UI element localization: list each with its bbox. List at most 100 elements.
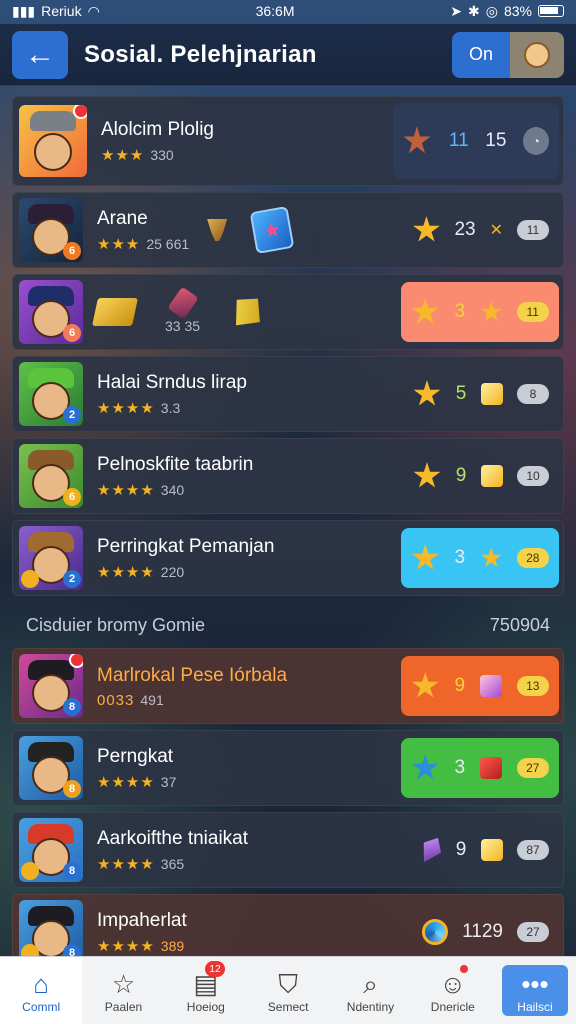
notification-dot [73,105,87,119]
reward-count: 9 [454,675,466,696]
rating-stars: ★★★★ [97,482,155,499]
player-name: Pelnoskfite taabrin [97,454,254,475]
gold-bar-icon [92,298,138,326]
player-score: 340 [160,482,185,498]
swirl-icon [422,919,449,945]
player-avatar: 8 [19,654,83,718]
nav-label: Hoeiog [186,999,225,1014]
player-name: Perringkat Pemanjan [97,536,275,557]
list-item[interactable]: 2 Halai Srndus lirap ★★★★ 3.3 5 8 [12,356,564,432]
count-pill: 27 [517,922,549,942]
list-item[interactable]: 6 33 35 3 11 [12,274,564,350]
nav-item-shield[interactable]: ⛉ Semect [247,957,329,1024]
star-icon [413,380,441,406]
player-score: 330 [150,147,174,163]
notification-dot [69,654,83,668]
profile-avatar-button[interactable] [510,31,564,78]
more-icon: ••• [521,968,549,999]
star-icon [480,547,502,568]
list-item[interactable]: 8 Marlrokal Pese Iórbala 0033 491 9 13 [12,648,564,724]
player-avatar: 6 [19,198,83,262]
reward-panel: 9 87 [411,820,559,880]
gem-icon [481,839,503,861]
player-avatar: 8 [19,736,83,800]
level-badge: 8 [63,780,81,798]
nav-item-history[interactable]: ▤ 12 Hoeiog [165,957,247,1024]
count-pill: 8 [517,384,549,404]
reward-panel: 5 8 [403,364,559,424]
player-score: 365 [160,856,185,872]
star-icon [411,544,439,570]
signal-icon: ▮▮▮ [12,2,36,19]
reward-panel: 11 15 ◔ [393,103,559,179]
list-item[interactable]: 8 Perngkat ★★★★ 37 3 27 [12,730,564,806]
star-icon: ☆ [111,968,136,999]
player-name: Perngkat [97,746,174,767]
player-score: 37 [160,774,177,790]
rating-stars: ★★★★ [97,400,155,417]
header: ← Sosial. Pelehjnarian On [0,24,576,86]
crystal-icon [415,833,446,867]
nav-item-search[interactable]: ⌕ Ndentiny [329,957,411,1024]
player-avatar: 8 [19,818,83,882]
nav-label: Ndentiny [346,999,395,1014]
list-item[interactable]: 8 Aarkoifthe tniaikat ★★★★ 365 9 87 [12,812,564,888]
player-avatar: 6 [19,444,83,508]
blade-icon [224,289,271,335]
list-item[interactable]: Alolcim Plolig ★★★ 330 11 15 ◔ [12,96,564,186]
time-label: 36:6M [255,3,295,19]
reward-count: 9 [455,839,467,860]
location-icon: ➤ [450,2,462,19]
count-pill: 87 [517,840,549,860]
player-score: 3.3 [160,400,181,416]
nav-item-profile[interactable]: ☺ Dnericle [412,957,494,1024]
section-label: Cisduier bromy Gomie [26,614,206,635]
list-item[interactable]: 6 Arane ★★★ 25 661 ★ 23 ✕ 11 [12,192,564,268]
list-item[interactable]: 2 Perringkat Pemanjan ★★★★ 220 3 28 [12,520,564,596]
home-icon: ⌂ [33,968,50,999]
level-badge: 6 [63,324,81,342]
star-icon [403,126,431,154]
reward-panel: 1129 27 [412,902,559,962]
rating-stars: ★★★★ [97,856,155,873]
star-icon [413,462,441,488]
player-score: 33 35 [165,318,201,334]
nav-label: Dnericle [430,999,475,1014]
count-pill: 27 [516,758,549,778]
reward-panel: 3 11 [401,282,559,342]
star-icon [411,672,439,698]
bottom-nav: ⌂ Comml ☆ Paalen ▤ 12 Hoeiog ⛉ Semect ⌕ … [0,956,576,1024]
card-icon: ★ [249,206,295,254]
rating-stars: ★★★★ [97,774,155,791]
list-item[interactable]: 6 Pelnoskfite taabrin ★★★★ 340 9 10 [12,438,564,514]
page-title: Sosial. Pelehjnarian [84,40,317,68]
reward-count: 3 [454,547,466,568]
player-name: Arane [97,208,148,229]
nav-item-home[interactable]: ⌂ Comml [0,957,83,1024]
level-badge: 2 [63,406,81,424]
count-pill: 13 [516,676,549,696]
back-button[interactable]: ← [12,30,68,79]
coin-badge [21,570,39,588]
count-pill: 28 [516,548,549,568]
arrow-left-icon: ← [25,37,55,71]
reward-total: 15 [485,130,507,151]
on-toggle[interactable]: On [452,31,510,78]
gem-icon [481,465,503,487]
count-pill: 11 [516,302,549,322]
reward-count: 1129 [462,921,503,942]
player-name: Halai Srndus lirap [97,372,247,393]
nav-item-favorites[interactable]: ☆ Paalen [82,957,164,1024]
level-badge: 6 [63,488,81,506]
nav-item-more[interactable]: ••• Hailsci [501,965,568,1016]
alarm-icon: ◎ [485,2,498,19]
reward-panel: 23 ✕ 11 [402,200,559,260]
notification-dot [459,965,468,973]
reward-panel: 9 13 [401,656,559,716]
player-score: 389 [160,938,185,954]
reward-count: 11 [448,130,469,151]
level-badge: 8 [63,698,81,716]
level-badge: 2 [63,570,81,588]
clock-icon[interactable]: ◔ [522,127,549,155]
player-avatar: 6 [19,280,83,344]
